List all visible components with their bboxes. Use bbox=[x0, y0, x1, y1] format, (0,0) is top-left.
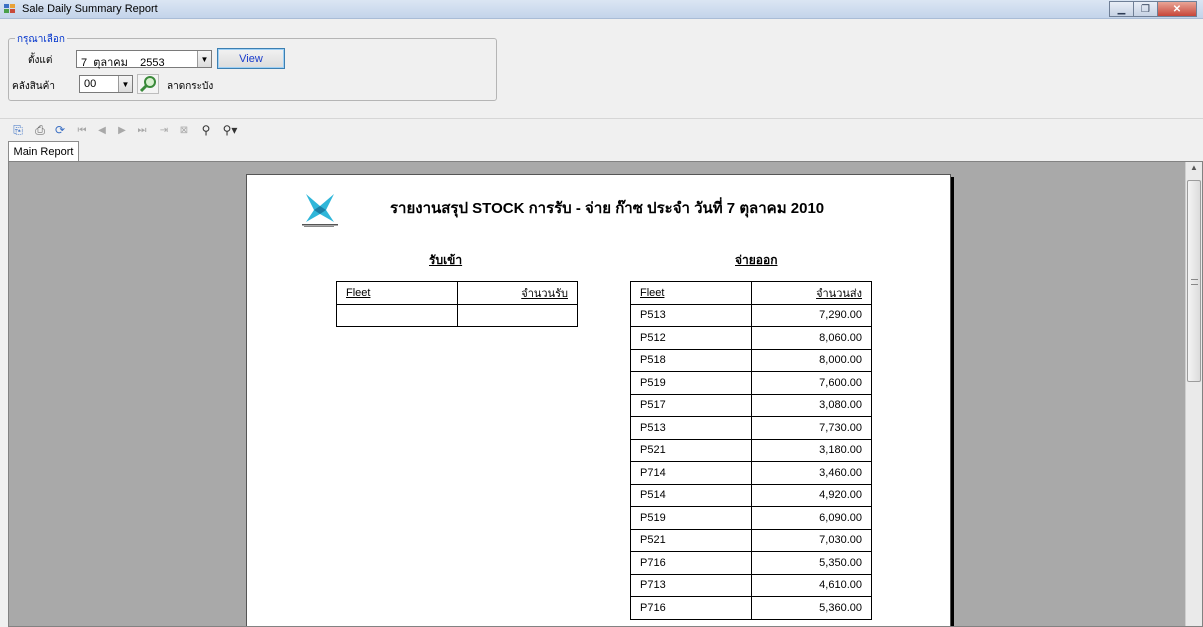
table-row bbox=[336, 303, 578, 327]
minimize-button[interactable]: ▁ bbox=[1109, 1, 1134, 17]
app-icon bbox=[4, 4, 15, 13]
table-row: P716 5,360.00 bbox=[630, 596, 872, 620]
close-icon: ✕ bbox=[1172, 3, 1182, 15]
fleet-cell: P716 bbox=[630, 551, 752, 575]
find-icon[interactable]: ⚲ bbox=[198, 122, 214, 138]
table-row: P714 3,460.00 bbox=[630, 461, 872, 485]
quantity-cell: 3,460.00 bbox=[751, 461, 872, 485]
from-date-label: ตั้งแต่ bbox=[28, 55, 53, 66]
export-icon[interactable]: ⎘ bbox=[10, 122, 26, 138]
zoom-icon[interactable]: ⚲▾ bbox=[218, 122, 242, 138]
table-row: P713 4,610.00 bbox=[630, 573, 872, 597]
previous-page-icon[interactable]: ◀ bbox=[94, 122, 110, 138]
first-page-icon[interactable]: ⏮ bbox=[74, 122, 90, 138]
fleet-cell: P521 bbox=[630, 528, 752, 552]
column-header-received-qty: จำนวนรับ bbox=[457, 281, 578, 305]
quantity-cell: 5,350.00 bbox=[751, 551, 872, 575]
table-row: P521 3,180.00 bbox=[630, 438, 872, 462]
quantity-cell: 4,920.00 bbox=[751, 483, 872, 507]
table-header-row: Fleet จำนวนรับ bbox=[336, 281, 578, 305]
fleet-cell: P521 bbox=[630, 438, 752, 462]
filter-group-label: กรุณาเลือก bbox=[15, 32, 67, 47]
restore-icon: ❐ bbox=[1141, 3, 1150, 15]
refresh-icon[interactable]: ⟳ bbox=[52, 122, 68, 138]
warehouse-name: ลาดกระบัง bbox=[167, 81, 214, 92]
report-page: รายงานสรุป STOCK การรับ - จ่าย ก๊าซ ประจ… bbox=[246, 174, 951, 626]
window-titlebar: Sale Daily Summary Report ▁ ❐ ✕ bbox=[0, 0, 1203, 19]
fleet-cell: P513 bbox=[630, 416, 752, 440]
company-logo bbox=[302, 194, 338, 227]
quantity-cell: 7,030.00 bbox=[751, 528, 872, 552]
quantity-cell: 8,060.00 bbox=[751, 326, 872, 350]
close-button[interactable]: ✕ bbox=[1157, 1, 1197, 17]
table-row: P512 8,060.00 bbox=[630, 326, 872, 350]
stop-icon[interactable]: ⊠ bbox=[176, 122, 192, 138]
quantity-cell: 7,600.00 bbox=[751, 371, 872, 395]
window-controls: ▁ ❐ ✕ bbox=[1109, 1, 1197, 17]
table-row: P517 3,080.00 bbox=[630, 393, 872, 417]
quantity-cell: 3,080.00 bbox=[751, 393, 872, 417]
view-button[interactable]: View bbox=[217, 48, 285, 69]
report-toolbar: ⎘ ⎙ ⟳ ⏮ ◀ ▶ ⏭ ⇥ ⊠ ⚲ ⚲▾ bbox=[0, 118, 1203, 142]
date-value: 7 ตุลาคม 2553 bbox=[81, 57, 165, 69]
window-title: Sale Daily Summary Report bbox=[22, 3, 158, 15]
last-page-icon[interactable]: ⏭ bbox=[134, 122, 150, 138]
print-icon[interactable]: ⎙ bbox=[32, 122, 48, 138]
table-row: P513 7,730.00 bbox=[630, 416, 872, 440]
fleet-cell: P714 bbox=[630, 461, 752, 485]
fleet-cell bbox=[336, 303, 458, 327]
warehouse-label: คลังสินค้า bbox=[12, 81, 55, 92]
chevron-down-icon[interactable]: ▼ bbox=[118, 76, 132, 92]
table-row: P513 7,290.00 bbox=[630, 303, 872, 327]
fleet-cell: P517 bbox=[630, 393, 752, 417]
scrollbar-thumb[interactable] bbox=[1187, 180, 1201, 382]
fleet-cell: P519 bbox=[630, 371, 752, 395]
warehouse-code: 00 bbox=[84, 78, 97, 90]
fleet-cell: P512 bbox=[630, 326, 752, 350]
fleet-cell: P518 bbox=[630, 348, 752, 372]
warehouse-select[interactable]: 00 ▼ bbox=[79, 75, 133, 93]
quantity-cell: 4,610.00 bbox=[751, 573, 872, 597]
column-header-fleet: Fleet bbox=[630, 281, 752, 305]
report-title: รายงานสรุป STOCK การรับ - จ่าย ก๊าซ ประจ… bbox=[390, 200, 825, 217]
chevron-down-icon[interactable]: ▼ bbox=[197, 51, 211, 67]
goto-page-icon[interactable]: ⇥ bbox=[156, 122, 172, 138]
next-page-icon[interactable]: ▶ bbox=[114, 122, 130, 138]
fleet-cell: P519 bbox=[630, 506, 752, 530]
fleet-cell: P513 bbox=[630, 303, 752, 327]
column-header-fleet: Fleet bbox=[336, 281, 458, 305]
grip-icon bbox=[1191, 279, 1198, 285]
receive-table: Fleet จำนวนรับ bbox=[336, 281, 578, 327]
minimize-icon: ▁ bbox=[1117, 3, 1126, 15]
table-row: P519 7,600.00 bbox=[630, 371, 872, 395]
scroll-up-icon[interactable]: ▲ bbox=[1187, 163, 1201, 177]
quantity-cell: 7,730.00 bbox=[751, 416, 872, 440]
maximize-button[interactable]: ❐ bbox=[1133, 1, 1158, 17]
quantity-cell: 6,090.00 bbox=[751, 506, 872, 530]
table-row: P514 4,920.00 bbox=[630, 483, 872, 507]
report-viewer: รายงานสรุป STOCK การรับ - จ่าย ก๊าซ ประจ… bbox=[8, 161, 1203, 627]
receive-section-title: รับเข้า bbox=[429, 253, 463, 267]
search-icon[interactable] bbox=[137, 74, 159, 94]
quantity-cell bbox=[457, 303, 578, 327]
fleet-cell: P514 bbox=[630, 483, 752, 507]
issue-table: Fleet จำนวนส่ง P513 7,290.00 P512 8,060.00… bbox=[630, 281, 872, 620]
table-row: P519 6,090.00 bbox=[630, 506, 872, 530]
table-row: P518 8,000.00 bbox=[630, 348, 872, 372]
tab-main-report[interactable]: Main Report bbox=[8, 141, 79, 161]
table-row: P716 5,350.00 bbox=[630, 551, 872, 575]
quantity-cell: 3,180.00 bbox=[751, 438, 872, 462]
issue-section-title: จ่ายออก bbox=[735, 253, 778, 267]
vertical-scrollbar[interactable]: ▲ bbox=[1185, 162, 1202, 626]
fleet-cell: P716 bbox=[630, 596, 752, 620]
date-picker[interactable]: 7 ตุลาคม 2553 ▼ bbox=[76, 50, 212, 69]
quantity-cell: 7,290.00 bbox=[751, 303, 872, 327]
table-header-row: Fleet จำนวนส่ง bbox=[630, 281, 872, 305]
quantity-cell: 5,360.00 bbox=[751, 596, 872, 620]
fleet-cell: P713 bbox=[630, 573, 752, 597]
quantity-cell: 8,000.00 bbox=[751, 348, 872, 372]
table-row: P521 7,030.00 bbox=[630, 528, 872, 552]
column-header-issued-qty: จำนวนส่ง bbox=[751, 281, 872, 305]
